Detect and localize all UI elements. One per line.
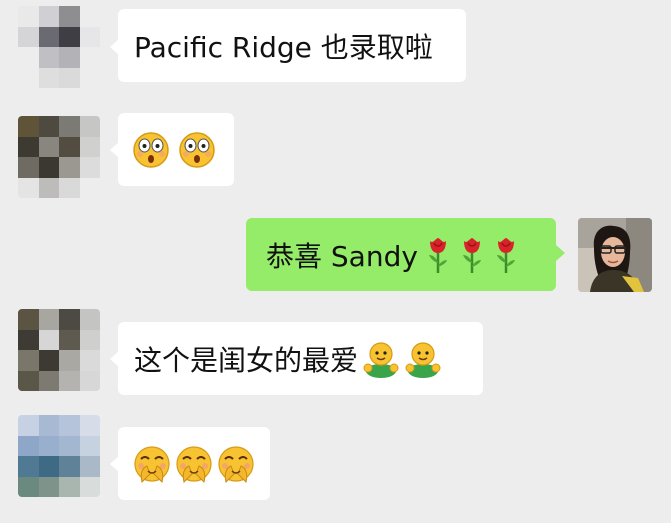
- incoming-message-bubble[interactable]: [118, 113, 234, 186]
- outgoing-message-bubble[interactable]: 恭喜 Sandy: [246, 218, 556, 291]
- avatar[interactable]: [18, 309, 100, 391]
- avatar-photo: [578, 218, 652, 292]
- avatar[interactable]: [18, 415, 100, 497]
- facepalm-laugh-icon: [218, 445, 254, 483]
- rose-icon: [428, 237, 447, 273]
- rose-icon: [462, 237, 481, 273]
- avatar[interactable]: [18, 6, 100, 88]
- incoming-message-bubble[interactable]: [118, 427, 270, 500]
- hug-icon: [363, 341, 399, 378]
- message-text: 这个是闺女的最爱: [134, 343, 359, 377]
- bubble-tail: [556, 245, 565, 261]
- incoming-message-bubble[interactable]: 这个是闺女的最爱: [118, 322, 483, 395]
- incoming-message-bubble[interactable]: Pacific Ridge 也录取啦: [118, 9, 466, 82]
- facepalm-laugh-icon: [176, 445, 212, 483]
- message-text: 恭喜 Sandy: [266, 239, 418, 273]
- message-text: Pacific Ridge 也录取啦: [134, 30, 433, 64]
- self-avatar[interactable]: [578, 218, 652, 292]
- flushed-face-icon: [133, 131, 169, 168]
- hug-icon: [405, 341, 441, 378]
- facepalm-laugh-icon: [134, 445, 170, 483]
- rose-icon: [496, 237, 515, 273]
- avatar[interactable]: [18, 116, 100, 198]
- flushed-face-icon: [179, 131, 215, 168]
